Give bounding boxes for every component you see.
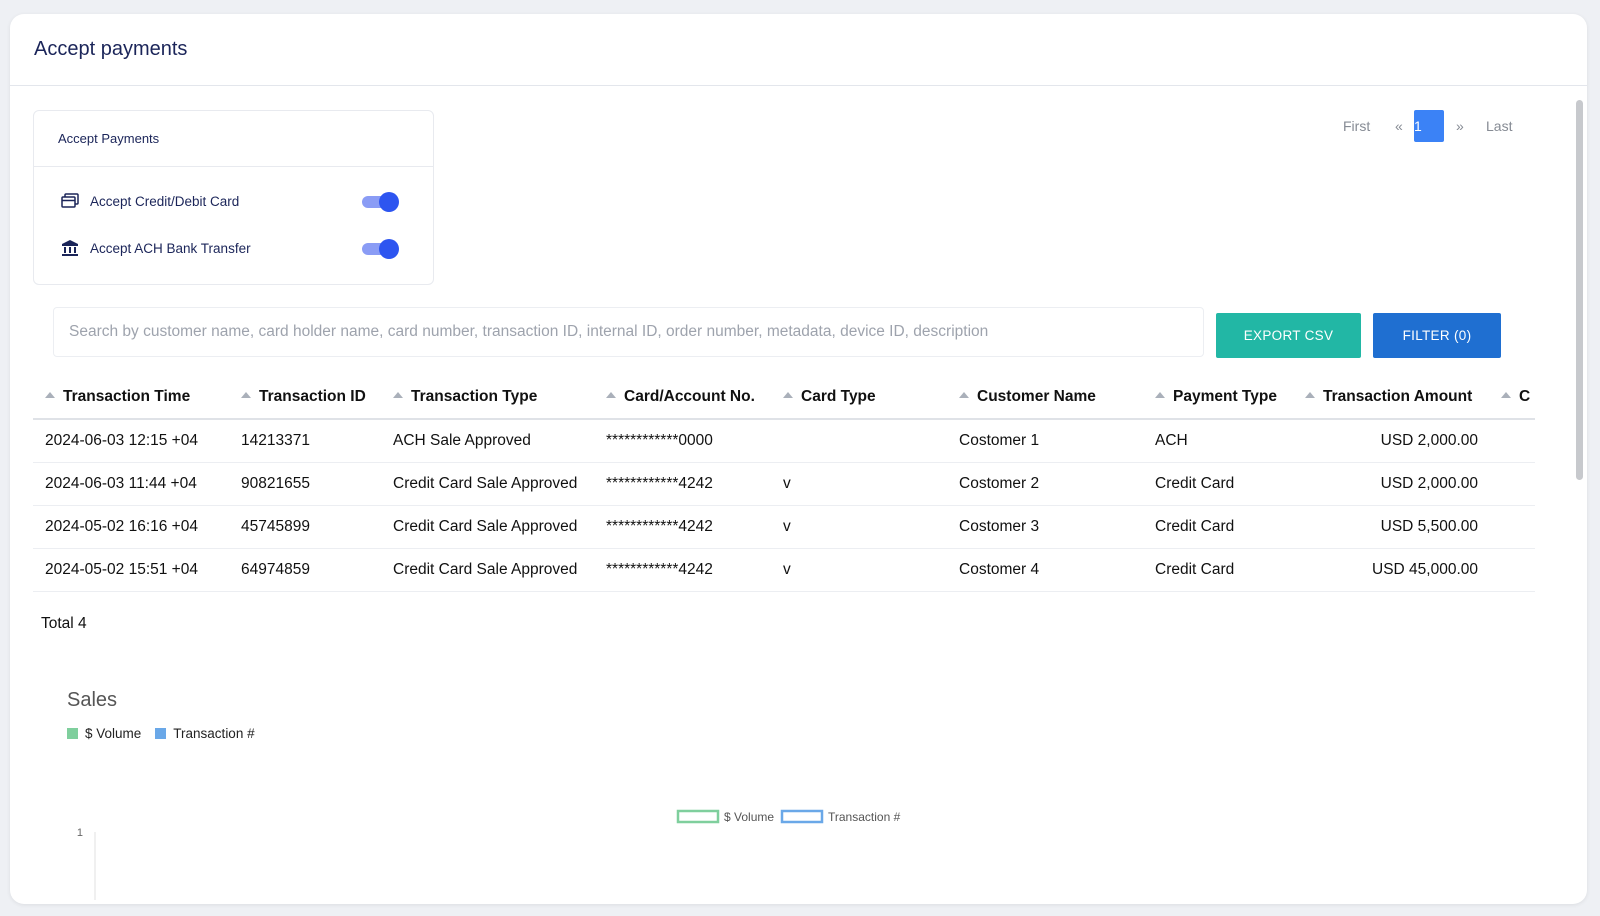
cell-transaction-type: Credit Card Sale Approved — [393, 561, 578, 578]
sort-icon — [783, 391, 793, 398]
legend-item-volume[interactable]: $ Volume — [67, 726, 141, 741]
sort-icon — [393, 391, 403, 398]
transactions-table: Transaction Time Transaction ID Transact… — [33, 375, 1535, 592]
table-body: 2024-06-03 12:15 +04 14213371 ACH Sale App… — [33, 420, 1535, 592]
cell-card-type: v — [783, 475, 791, 492]
legend-item-transactions[interactable]: Transaction # — [155, 726, 255, 741]
vertical-scrollbar[interactable] — [1576, 100, 1583, 480]
sort-icon — [606, 391, 616, 398]
cell-card-type: v — [783, 518, 791, 535]
cell-transaction-id: 90821655 — [241, 475, 310, 492]
sort-icon — [241, 391, 251, 398]
cell-card-account-no: ************0000 — [606, 432, 713, 449]
sort-icon — [1155, 391, 1165, 398]
pagination-page-1[interactable]: 1 — [1414, 110, 1444, 142]
cell-payment-type: Credit Card — [1155, 561, 1235, 578]
accept-ach-row: Accept ACH Bank Transfer — [60, 234, 400, 262]
page-title: Accept payments — [34, 38, 188, 60]
table-row[interactable]: 2024-06-03 11:44 +04 90821655 Credit Card … — [33, 463, 1535, 506]
accept-ach-label: Accept ACH Bank Transfer — [90, 240, 251, 256]
sort-icon — [1501, 391, 1511, 398]
table-row[interactable]: 2024-05-02 15:51 +04 64974859 Credit Card … — [33, 549, 1535, 592]
cell-card-account-no: ************4242 — [606, 561, 713, 578]
cell-transaction-amount: USD 2,000.00 — [1380, 475, 1478, 492]
chart-legend-swatch — [676, 809, 720, 824]
legend-swatch-transactions — [155, 728, 167, 739]
sort-icon — [959, 391, 969, 398]
cell-transaction-id: 45745899 — [241, 518, 310, 535]
cell-transaction-type: Credit Card Sale Approved — [393, 475, 578, 492]
cell-transaction-amount: USD 5,500.00 — [1380, 518, 1478, 535]
column-header-transaction-id[interactable]: Transaction ID — [241, 375, 366, 418]
column-header-transaction-type[interactable]: Transaction Type — [393, 375, 537, 418]
cell-card-type: v — [783, 561, 791, 578]
page-header: Accept payments — [10, 14, 1587, 86]
pagination-prev[interactable]: « — [1395, 110, 1403, 142]
sales-chart: $ VolumeTransaction #10 — [77, 809, 901, 900]
bank-icon — [60, 238, 80, 258]
pagination-last[interactable]: Last — [1486, 110, 1512, 142]
chart-legend-swatch — [780, 809, 824, 824]
cell-transaction-time: 2024-06-03 11:44 +04 — [45, 475, 197, 492]
cell-payment-type: Credit Card — [1155, 518, 1235, 535]
column-header-customer-name[interactable]: Customer Name — [959, 375, 1096, 418]
accept-payments-card: Accept Payments Accept Credit/Debit Card — [33, 110, 434, 285]
cell-transaction-id: 64974859 — [241, 561, 310, 578]
cell-card-account-no: ************4242 — [606, 518, 713, 535]
accept-ach-toggle[interactable] — [362, 238, 400, 259]
total-count: Total 4 — [41, 615, 87, 632]
cell-transaction-id: 14213371 — [241, 432, 310, 449]
cell-customer-name: Costomer 4 — [959, 561, 1040, 578]
y-tick-label: 1 — [77, 827, 83, 839]
cell-customer-name: Costomer 2 — [959, 475, 1040, 492]
cell-transaction-type: Credit Card Sale Approved — [393, 518, 578, 535]
accept-card-label: Accept Credit/Debit Card — [90, 193, 240, 209]
legend-swatch-volume — [67, 728, 78, 739]
filter-button[interactable]: FILTER (0) — [1373, 313, 1501, 358]
sales-title: Sales — [67, 689, 118, 711]
cell-transaction-time: 2024-05-02 16:16 +04 — [45, 518, 198, 535]
app-window: Accept payments Accept Payments Accept C… — [10, 14, 1587, 904]
search-input[interactable]: Search by customer name, card holder nam… — [53, 307, 1204, 357]
pagination-first[interactable]: First — [1343, 110, 1370, 142]
cell-payment-type: ACH — [1155, 432, 1188, 449]
table-row[interactable]: 2024-05-02 16:16 +04 45745899 Credit Card … — [33, 506, 1535, 549]
cell-transaction-amount: USD 45,000.00 — [1372, 561, 1478, 578]
column-header-truncated[interactable]: C — [1501, 375, 1530, 418]
search-placeholder: Search by customer name, card holder nam… — [69, 323, 989, 340]
column-header-transaction-amount[interactable]: Transaction Amount — [1305, 375, 1472, 418]
export-csv-button[interactable]: EXPORT CSV — [1216, 313, 1361, 358]
pagination-next[interactable]: » — [1456, 110, 1464, 142]
credit-card-icon — [60, 191, 80, 211]
sales-legend: $ Volume Transaction # — [67, 726, 269, 741]
accept-payments-card-title: Accept Payments — [34, 111, 433, 167]
table-header: Transaction Time Transaction ID Transact… — [33, 375, 1535, 420]
accept-card-toggle[interactable] — [362, 191, 400, 212]
chart-legend-label: Transaction # — [828, 810, 901, 824]
table-row[interactable]: 2024-06-03 12:15 +04 14213371 ACH Sale App… — [33, 420, 1535, 463]
cell-transaction-time: 2024-05-02 15:51 +04 — [45, 561, 198, 578]
sort-icon — [45, 391, 55, 398]
column-header-card-account-no[interactable]: Card/Account No. — [606, 375, 755, 418]
cell-transaction-time: 2024-06-03 12:15 +04 — [45, 432, 198, 449]
sort-icon — [1305, 391, 1315, 398]
cell-transaction-type: ACH Sale Approved — [393, 432, 531, 449]
chart-legend-label: $ Volume — [724, 810, 774, 824]
cell-customer-name: Costomer 3 — [959, 518, 1040, 535]
cell-payment-type: Credit Card — [1155, 475, 1235, 492]
cell-card-account-no: ************4242 — [606, 475, 713, 492]
column-header-payment-type[interactable]: Payment Type — [1155, 375, 1277, 418]
accept-card-row: Accept Credit/Debit Card — [60, 187, 400, 215]
column-header-card-type[interactable]: Card Type — [783, 375, 876, 418]
cell-transaction-amount: USD 2,000.00 — [1380, 432, 1478, 449]
column-header-transaction-time[interactable]: Transaction Time — [45, 375, 190, 418]
cell-customer-name: Costomer 1 — [959, 432, 1040, 449]
